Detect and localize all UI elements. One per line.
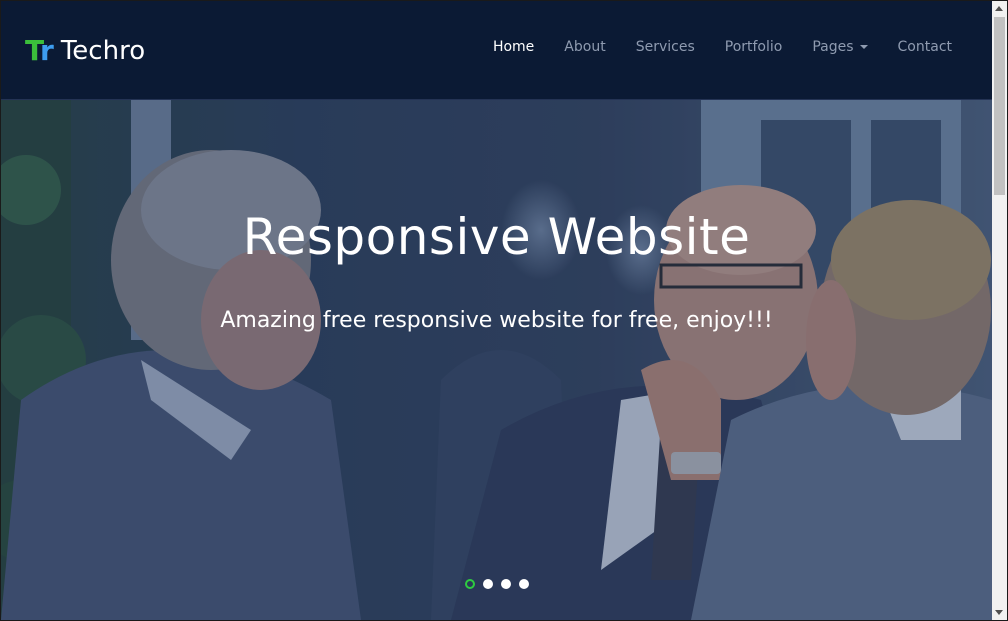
main-nav: Home About Services Portfolio Pages Cont… [463, 39, 952, 55]
scroll-thumb[interactable] [994, 17, 1005, 195]
hero-subtitle: Amazing free responsive website for free… [220, 308, 773, 333]
nav-item-services[interactable]: Services [636, 39, 695, 55]
nav-item-about[interactable]: About [564, 39, 605, 55]
slider-dot-1[interactable] [464, 579, 475, 589]
hero-overlay [1, 100, 992, 620]
hero-slider: Responsive Website Amazing free responsi… [1, 100, 992, 620]
logo-mark-icon: Tr [25, 34, 54, 67]
nav-item-contact[interactable]: Contact [898, 39, 952, 55]
brand-name: Techro [60, 36, 146, 66]
slider-pagination [1, 579, 992, 589]
slider-dot-4[interactable] [518, 579, 529, 589]
nav-item-pages[interactable]: Pages [812, 39, 868, 55]
slider-dot-2[interactable] [482, 579, 493, 589]
brand-logo-link[interactable]: Tr Techro [25, 31, 145, 71]
nav-item-pages-label: Pages [812, 39, 854, 55]
scroll-down-arrow-icon[interactable] [995, 610, 1003, 615]
slider-dot-3[interactable] [500, 579, 511, 589]
navbar: Tr Techro Home About Services Portfolio … [1, 1, 992, 100]
nav-item-home[interactable]: Home [493, 39, 534, 55]
nav-item-portfolio[interactable]: Portfolio [725, 39, 783, 55]
browser-viewport: Tr Techro Home About Services Portfolio … [0, 0, 1008, 621]
scroll-up-arrow-icon[interactable] [995, 6, 1003, 11]
caret-down-icon [859, 45, 868, 49]
hero-title: Responsive Website [242, 208, 751, 266]
vertical-scrollbar[interactable] [992, 1, 1007, 620]
